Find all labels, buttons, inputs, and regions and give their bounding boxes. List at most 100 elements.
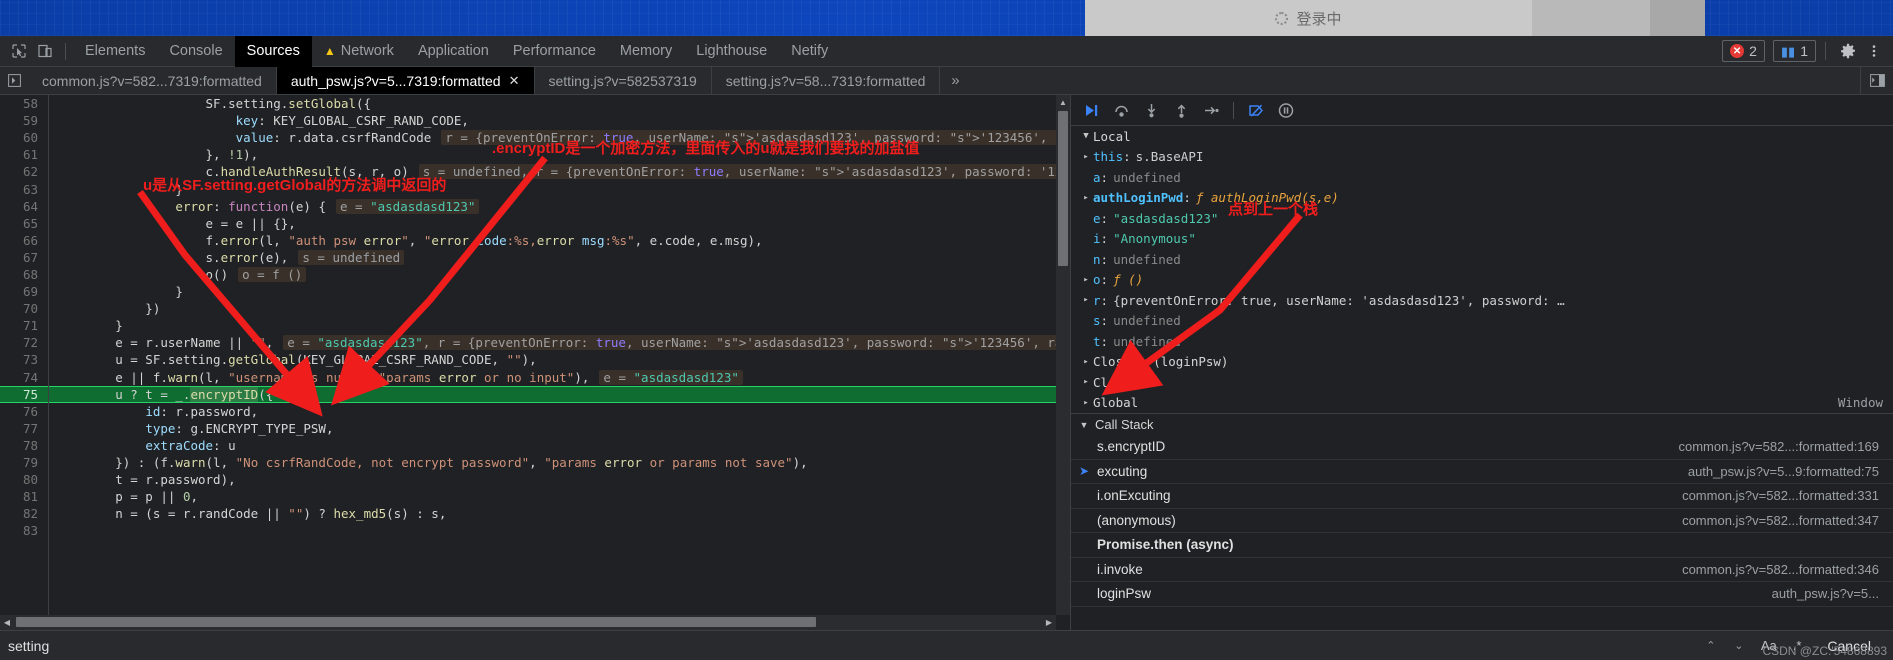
call-stack-frame[interactable]: s.encryptID common.js?v=582...:formatted:… [1071, 435, 1893, 460]
scope-variable-row[interactable]: e: "asdasdasd123" [1071, 208, 1893, 229]
scope-variable-row[interactable]: s: undefined [1071, 311, 1893, 332]
call-stack-header[interactable]: ▼ Call Stack [1071, 413, 1893, 435]
call-stack-frame[interactable]: Promise.then (async) [1071, 533, 1893, 558]
close-icon[interactable]: ✕ [509, 73, 520, 89]
line-number[interactable]: 74 [0, 370, 47, 385]
line-number[interactable]: 82 [0, 506, 47, 521]
resume-script-execution-icon[interactable] [1077, 97, 1105, 123]
code-line[interactable]: 78 extraCode: u [0, 437, 1070, 454]
tab-performance[interactable]: Performance [501, 36, 608, 67]
code-line[interactable]: 63 } [0, 180, 1070, 197]
scope-variable-row[interactable]: n: undefined [1071, 249, 1893, 270]
line-number[interactable]: 76 [0, 404, 47, 419]
code-line[interactable]: 62 c.handleAuthResult(s, r, o) s = undefi… [0, 163, 1070, 180]
line-number[interactable]: 70 [0, 301, 47, 316]
code-line[interactable]: 72 e = r.userName || "", e = "asdasdasd12… [0, 334, 1070, 351]
scope-variable-row[interactable]: ▸ this: s.BaseAPI [1071, 147, 1893, 168]
device-toolbar-icon[interactable] [32, 38, 58, 64]
tab-application[interactable]: Application [406, 36, 501, 67]
tab-sources[interactable]: Sources [234, 35, 312, 67]
expand-triangle-icon[interactable]: ▸ [1079, 357, 1093, 367]
scope-variable-row[interactable]: ▸ authLoginPwd: ƒ authLoginPwd(s,e) [1071, 188, 1893, 209]
inspect-element-icon[interactable] [6, 38, 32, 64]
line-number[interactable]: 78 [0, 438, 47, 453]
scope-variable-row[interactable]: i: "Anonymous" [1071, 229, 1893, 250]
scope-group-row[interactable]: ▸ Closure (loginPsw) [1071, 352, 1893, 373]
find-input[interactable]: setting [8, 638, 49, 654]
code-line[interactable]: 60 value: r.data.csrfRandCode r = {preven… [0, 129, 1070, 146]
line-number[interactable]: 63 [0, 182, 47, 197]
scope-group-row[interactable]: ▸ Closure [1071, 372, 1893, 393]
call-stack-frame[interactable]: i.invoke common.js?v=582...formatted:346 [1071, 558, 1893, 582]
line-number[interactable]: 62 [0, 164, 47, 179]
line-number[interactable]: 68 [0, 267, 47, 282]
find-previous-icon[interactable]: ⌃ [1701, 639, 1721, 652]
editor-vertical-scrollbar[interactable]: ▲ [1056, 95, 1070, 615]
error-count-button[interactable]: ✕ 2 [1722, 40, 1765, 62]
code-line[interactable]: 77 type: g.ENCRYPT_TYPE_PSW, [0, 420, 1070, 437]
code-line[interactable]: 82 n = (s = r.randCode || "") ? hex_md5(… [0, 505, 1070, 522]
gear-icon[interactable] [1835, 38, 1861, 64]
tab-memory[interactable]: Memory [608, 36, 684, 67]
line-number[interactable]: 60 [0, 130, 47, 145]
code-line[interactable]: 70 }) [0, 300, 1070, 317]
tab-network[interactable]: ▲ Network [312, 36, 406, 67]
code-line-current[interactable]: 75 u ? t = _.encryptID({ [0, 385, 1070, 403]
tab-console[interactable]: Console [157, 36, 234, 67]
step-over-next-function-call-icon[interactable] [1107, 97, 1135, 123]
expand-triangle-icon[interactable]: ▸ [1079, 398, 1093, 408]
code-line[interactable]: 79 }) : (f.warn(l, "No csrfRandCode, not… [0, 454, 1070, 471]
code-line[interactable]: 76 id: r.password, [0, 403, 1070, 420]
step-icon[interactable] [1197, 97, 1225, 123]
scroll-up-arrow-icon[interactable]: ▲ [1056, 95, 1070, 109]
line-number[interactable]: 75 [0, 387, 47, 402]
code-line[interactable]: 61 }, !1), [0, 146, 1070, 163]
line-number[interactable]: 77 [0, 421, 47, 436]
editor-vscroll-thumb[interactable] [1058, 111, 1068, 266]
expand-triangle-icon[interactable]: ▸ [1079, 193, 1093, 203]
code-line[interactable]: 73 u = SF.setting.getGlobal(KEY_GLOBAL_C… [0, 351, 1070, 368]
code-line[interactable]: 66 f.error(l, "auth psw error", "error c… [0, 232, 1070, 249]
code-line[interactable]: 67 s.error(e), s = undefined [0, 249, 1070, 266]
line-number[interactable]: 71 [0, 318, 47, 333]
expand-triangle-icon[interactable]: ▸ [1079, 377, 1093, 387]
call-stack-frame[interactable]: (anonymous) common.js?v=582...formatted:3… [1071, 509, 1893, 533]
line-number[interactable]: 67 [0, 250, 47, 265]
find-next-icon[interactable]: ⌄ [1729, 639, 1749, 652]
code-viewport[interactable]: 58 SF.setting.setGlobal({59 key: KEY_GLO… [0, 95, 1070, 630]
line-number[interactable]: 72 [0, 335, 47, 350]
scope-local-header[interactable]: ▼ Local [1071, 126, 1893, 147]
code-line[interactable]: 83 [0, 522, 1070, 539]
line-number[interactable]: 79 [0, 455, 47, 470]
scope-section[interactable]: ▼ Local ▸ this: s.BaseAPI a: undefined ▸ authL… [1071, 126, 1893, 630]
line-number[interactable]: 80 [0, 472, 47, 487]
line-number[interactable]: 61 [0, 147, 47, 162]
file-tab-auth-psw-js[interactable]: auth_psw.js?v=5...7319:formatted ✕ [276, 67, 535, 94]
expand-triangle-icon[interactable]: ▸ [1079, 295, 1093, 305]
editor-horizontal-scrollbar[interactable]: ◀ ▶ [0, 615, 1056, 630]
tab-lighthouse[interactable]: Lighthouse [684, 36, 779, 67]
scroll-right-arrow-icon[interactable]: ▶ [1042, 618, 1056, 627]
tab-netify[interactable]: Netify [779, 36, 840, 67]
line-number[interactable]: 69 [0, 284, 47, 299]
step-out-of-current-function-icon[interactable] [1167, 97, 1195, 123]
line-number[interactable]: 64 [0, 199, 47, 214]
show-navigator-icon[interactable] [0, 67, 28, 94]
scroll-left-arrow-icon[interactable]: ◀ [0, 618, 14, 627]
code-line[interactable]: 58 SF.setting.setGlobal({ [0, 95, 1070, 112]
line-number[interactable]: 65 [0, 216, 47, 231]
pause-on-exceptions-icon[interactable] [1272, 97, 1300, 123]
code-line[interactable]: 64 error: function(e) {e = "asdasdasd123… [0, 198, 1070, 215]
line-number[interactable]: 59 [0, 113, 47, 128]
expand-triangle-icon[interactable]: ▸ [1079, 152, 1093, 162]
code-line[interactable]: 74 e || f.warn(l, "username is null", "p… [0, 369, 1070, 386]
call-stack-frame[interactable]: loginPsw auth_psw.js?v=5... [1071, 582, 1893, 607]
editor-hscroll-thumb[interactable] [16, 617, 816, 627]
scope-variable-row[interactable]: ▸ r: {preventOnError: true, userName: 'asd… [1071, 290, 1893, 311]
line-number[interactable]: 73 [0, 352, 47, 367]
tab-elements[interactable]: Elements [73, 36, 157, 67]
code-line[interactable]: 80 t = r.password), [0, 471, 1070, 488]
code-line[interactable]: 65 e = e || {}, [0, 215, 1070, 232]
expand-triangle-icon[interactable]: ▸ [1079, 275, 1093, 285]
message-count-button[interactable]: ▮▮ 1 [1772, 40, 1816, 62]
